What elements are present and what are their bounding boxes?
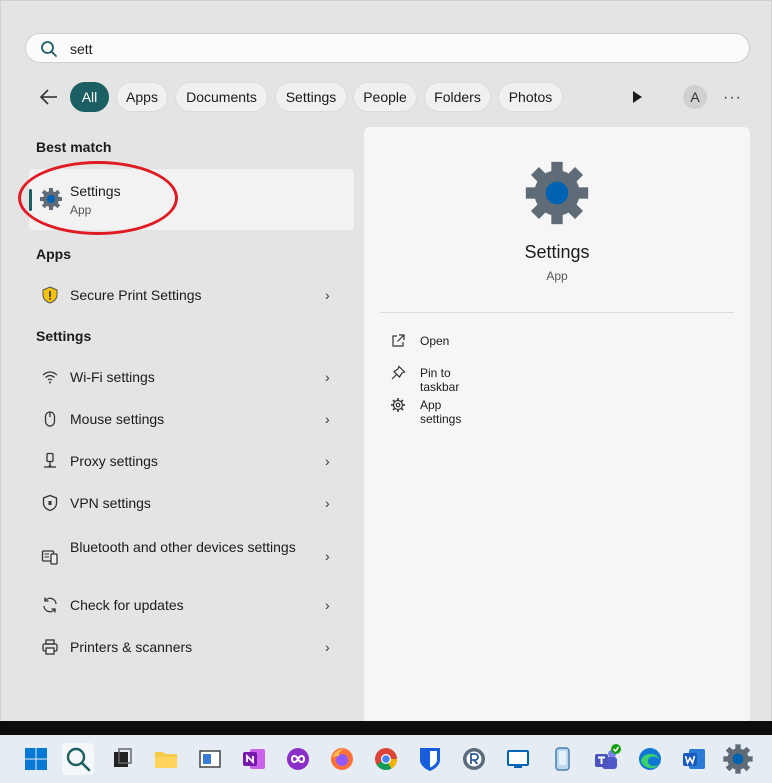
settings-heading: Settings <box>36 328 92 344</box>
filter-all[interactable]: All <box>70 82 109 112</box>
divider <box>380 312 734 313</box>
result-label: Mouse settings <box>70 411 165 427</box>
remote-app-icon <box>463 748 485 770</box>
result-check-for-updates[interactable]: Check for updates › <box>29 586 354 624</box>
chevron-right-icon[interactable]: › <box>325 639 330 655</box>
chrome-icon <box>375 748 397 770</box>
back-arrow-icon[interactable] <box>37 85 61 109</box>
filter-photos[interactable]: Photos <box>498 82 563 112</box>
bitwarden-button[interactable] <box>414 743 446 775</box>
word-icon <box>683 749 705 769</box>
result-bluetooth-settings[interactable]: Bluetooth and other devices settings › <box>29 533 354 581</box>
shield-app-icon <box>420 748 440 771</box>
onenote-icon <box>243 749 265 769</box>
phone-link-button[interactable] <box>546 743 578 775</box>
chevron-right-icon[interactable]: › <box>325 411 330 427</box>
action-label: Open <box>420 334 450 348</box>
result-printers-scanners[interactable]: Printers & scanners › <box>29 628 354 666</box>
chevron-right-icon[interactable]: › <box>325 597 330 613</box>
chevron-right-icon[interactable]: › <box>325 548 330 564</box>
firefox-icon <box>331 748 353 770</box>
settings-taskbar-button[interactable] <box>722 743 754 775</box>
onenote-button[interactable] <box>238 743 270 775</box>
chevron-right-icon[interactable]: › <box>325 495 330 511</box>
mouse-icon <box>44 411 56 427</box>
result-label: Bluetooth and other devices settings <box>70 539 296 555</box>
chrome-button[interactable] <box>370 743 402 775</box>
edge-icon <box>639 748 661 770</box>
app-window-icon <box>199 750 221 768</box>
filter-people[interactable]: People <box>353 82 417 112</box>
result-label: Printers & scanners <box>70 639 193 655</box>
open-external-icon <box>392 334 405 347</box>
search-icon <box>66 747 91 772</box>
refresh-icon <box>43 597 57 613</box>
gear-icon <box>391 398 405 412</box>
task-view-button[interactable] <box>106 743 138 775</box>
result-label: Check for updates <box>70 597 184 613</box>
result-label: VPN settings <box>70 495 151 511</box>
account-avatar[interactable]: A <box>683 85 707 109</box>
result-label: Wi-Fi settings <box>70 369 155 385</box>
task-view-icon <box>114 748 132 767</box>
action-label: Pin to taskbar <box>420 366 460 394</box>
printer-icon <box>42 639 58 655</box>
monitor-icon <box>507 750 529 768</box>
best-match-heading: Best match <box>36 139 112 155</box>
windows-logo-icon <box>25 748 47 770</box>
result-secure-print-settings[interactable]: Secure Print Settings › <box>29 276 354 314</box>
start-button[interactable] <box>20 743 52 775</box>
filter-apps[interactable]: Apps <box>116 82 168 112</box>
filter-folders[interactable]: Folders <box>424 82 491 112</box>
chevron-right-icon[interactable]: › <box>325 453 330 469</box>
phone-icon <box>555 747 570 771</box>
action-label: App settings <box>420 398 462 426</box>
remote-app-button[interactable] <box>458 743 490 775</box>
settings-gear-icon <box>525 161 589 225</box>
play-icon[interactable] <box>629 88 645 106</box>
devices-icon <box>41 550 58 565</box>
result-label: Proxy settings <box>70 453 158 469</box>
filter-settings[interactable]: Settings <box>275 82 347 112</box>
chevron-right-icon[interactable]: › <box>325 369 330 385</box>
result-proxy-settings[interactable]: Proxy settings › <box>29 442 354 480</box>
teams-button[interactable] <box>590 743 622 775</box>
detail-subtitle: App <box>546 269 568 283</box>
word-button[interactable] <box>678 743 710 775</box>
filter-documents[interactable]: Documents <box>175 82 268 112</box>
shield-warning-icon <box>42 286 58 304</box>
taskbar-search-button[interactable] <box>62 743 94 775</box>
start-search-panel: All Apps Documents Settings People Folde… <box>0 0 772 723</box>
proxy-icon <box>44 452 56 468</box>
result-mouse-settings[interactable]: Mouse settings › <box>29 400 354 438</box>
store-app-button[interactable] <box>194 743 226 775</box>
more-options-icon[interactable]: ··· <box>723 89 742 107</box>
search-icon <box>41 41 57 57</box>
app-button-purple[interactable] <box>282 743 314 775</box>
search-input[interactable] <box>68 38 712 60</box>
chevron-right-icon[interactable]: › <box>325 287 330 303</box>
apps-heading: Apps <box>36 246 71 262</box>
result-label: Secure Print Settings <box>70 287 202 303</box>
highlight-circle <box>18 161 178 235</box>
infinity-app-icon <box>287 748 309 770</box>
wifi-icon <box>42 371 58 384</box>
teams-icon <box>595 744 621 769</box>
result-wifi-settings[interactable]: Wi-Fi settings › <box>29 358 354 396</box>
window-edge <box>0 721 772 735</box>
edge-button[interactable] <box>634 743 666 775</box>
settings-gear-icon <box>723 744 753 774</box>
folder-icon <box>155 752 177 768</box>
pin-icon <box>391 365 406 380</box>
shield-icon <box>42 494 58 512</box>
remote-desktop-button[interactable] <box>502 743 534 775</box>
detail-pane: Settings App Open Pin to taskbar App set… <box>364 127 750 723</box>
firefox-button[interactable] <box>326 743 358 775</box>
taskbar <box>0 735 772 783</box>
detail-title: Settings <box>524 242 590 262</box>
file-explorer-button[interactable] <box>150 743 182 775</box>
result-vpn-settings[interactable]: VPN settings › <box>29 484 354 522</box>
search-box[interactable] <box>25 33 750 63</box>
